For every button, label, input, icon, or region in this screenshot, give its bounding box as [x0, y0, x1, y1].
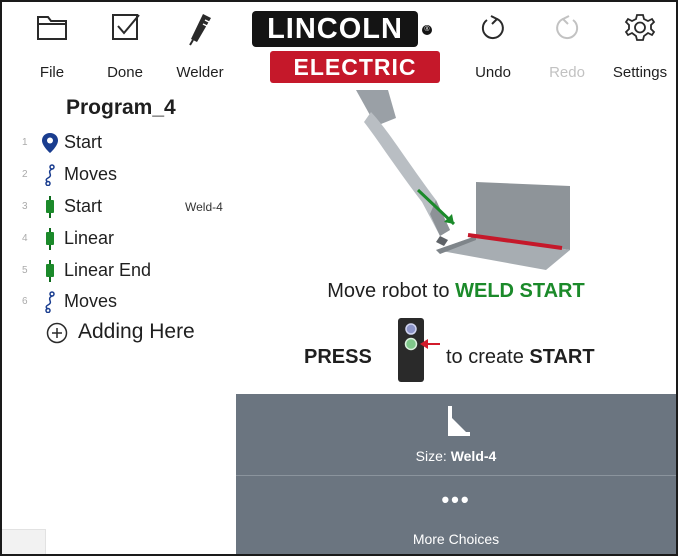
redo-label: Redo — [549, 64, 585, 81]
lincoln-electric-logo: LINCOLN ® ELECTRIC — [252, 11, 440, 83]
redo-icon — [556, 15, 579, 40]
app-window: File Done Welder LINCOLN ® ELECTRIC Undo… — [0, 0, 678, 556]
weld-size-label: Size: Weld-4 — [236, 448, 676, 464]
logo-bottom-text: ELECTRIC — [270, 51, 440, 83]
move-instruction-target: WELD START — [455, 280, 585, 302]
step-number: 5 — [22, 265, 28, 276]
more-choices-label: More Choices — [412, 531, 500, 547]
adding-here-label: Adding Here — [78, 320, 195, 343]
pendant-button-icon — [398, 318, 440, 382]
move-instruction-prefix: Move robot to — [327, 280, 456, 302]
action-panel: Size: Weld-4 ••• More Choices — [236, 394, 676, 554]
program-step-1[interactable]: 1 Start — [2, 128, 236, 158]
program-step-4[interactable]: 4 Linear — [2, 224, 236, 254]
create-instruction-prefix: to create — [446, 346, 530, 368]
file-label: File — [39, 64, 65, 81]
robot-weld-illustration — [356, 90, 570, 270]
gear-icon — [624, 14, 656, 41]
welding-torch-icon — [189, 14, 211, 46]
create-instruction-target: START — [529, 346, 595, 368]
move-path-icon — [45, 291, 55, 313]
step-weld-tag: Weld-4 — [185, 200, 223, 214]
done-label: Done — [107, 64, 143, 81]
checkbox-check-icon — [112, 14, 140, 40]
settings-label: Settings — [612, 64, 668, 81]
step-label: Moves — [64, 164, 118, 184]
weld-size-button[interactable]: Size: Weld-4 — [236, 394, 676, 476]
toolbar: File Done Welder LINCOLN ® ELECTRIC Undo… — [2, 2, 676, 90]
program-step-2[interactable]: 2 Moves — [2, 160, 236, 190]
program-step-5[interactable]: 5 Linear End — [2, 256, 236, 286]
fillet-weld-size-icon — [448, 406, 470, 436]
program-step-6[interactable]: 6 Moves — [2, 287, 236, 317]
corner-panel — [2, 529, 46, 554]
welder-label: Welder — [176, 64, 224, 81]
step-number: 1 — [22, 137, 28, 148]
undo-icon — [481, 15, 504, 40]
weld-torch-icon — [46, 228, 54, 250]
welder-button[interactable]: Welder — [168, 12, 232, 86]
more-choices-button[interactable]: ••• More Choices — [236, 477, 676, 554]
done-button[interactable]: Done — [93, 12, 157, 86]
logo-top-text: LINCOLN — [252, 11, 418, 47]
step-label: Moves — [64, 291, 118, 311]
step-label: Start — [64, 132, 103, 152]
step-label: Linear — [64, 228, 115, 248]
redo-button[interactable]: Redo — [535, 12, 599, 86]
ellipsis-icon: ••• — [441, 487, 471, 512]
step-number: 2 — [22, 169, 28, 180]
main-instruction-area: Move robot to WELD START PRESS to create… — [236, 90, 676, 394]
settings-button[interactable]: Settings — [608, 12, 672, 86]
program-sidebar: Program_4 1 Start 2 Moves 3 Start Weld-4… — [2, 90, 236, 554]
undo-label: Undo — [475, 64, 511, 81]
weld-torch-icon — [46, 260, 54, 282]
weld-size-value: Weld-4 — [450, 448, 497, 464]
program-step-3[interactable]: 3 Start Weld-4 — [2, 192, 236, 222]
step-label: Start — [64, 196, 103, 216]
weld-size-prefix: Size: — [415, 448, 451, 464]
step-number: 3 — [22, 201, 28, 212]
program-title: Program_4 — [66, 96, 176, 119]
step-label: Linear End — [64, 260, 152, 280]
undo-button[interactable]: Undo — [461, 12, 525, 86]
move-instruction: Move robot to WELD START — [236, 280, 676, 303]
file-button[interactable]: File — [20, 12, 84, 86]
step-number: 6 — [22, 296, 28, 307]
logo-registered-mark: ® — [422, 25, 432, 35]
folder-icon — [37, 16, 67, 40]
move-path-icon — [45, 164, 55, 186]
plus-circle-icon — [46, 322, 68, 344]
location-pin-icon — [42, 133, 58, 153]
create-instruction: to create START — [446, 346, 595, 369]
press-label: PRESS — [304, 346, 372, 368]
step-number: 4 — [22, 233, 28, 244]
weld-torch-icon — [46, 196, 54, 218]
